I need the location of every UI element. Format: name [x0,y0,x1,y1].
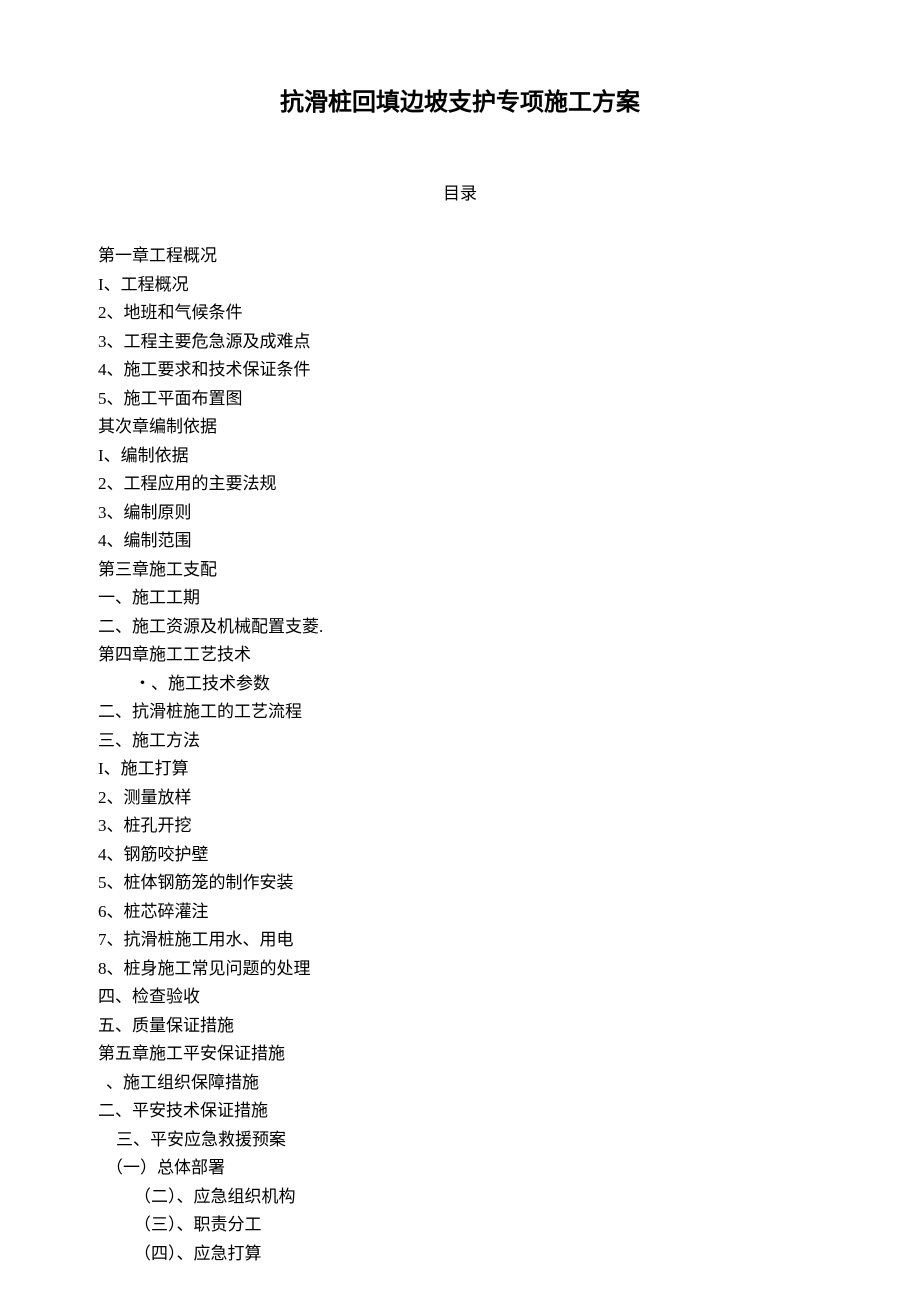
toc-list: 第一章工程概况I、工程概况2、地班和气候条件3、工程主要危急源及成难点4、施工要… [0,242,920,1268]
toc-item: （一）总体部署 [98,1154,920,1183]
toc-item: 6、桩芯碎灌注 [98,898,920,927]
toc-item: 4、钢筋咬护壁 [98,841,920,870]
toc-item: 四、检查验收 [98,983,920,1012]
toc-item: 4、编制范围 [98,527,920,556]
document-title: 抗滑桩回填边坡支护专项施工方案 [0,82,920,117]
toc-item: 3、工程主要危急源及成难点 [98,328,920,357]
toc-item: 其次章编制依据 [98,413,920,442]
toc-item: 7、抗滑桩施工用水、用电 [98,926,920,955]
toc-item: 三、施工方法 [98,727,920,756]
toc-item: 5、桩体钢筋笼的制作安装 [98,869,920,898]
toc-item: （三）、职责分工 [98,1211,920,1240]
toc-item: 2、测量放样 [98,784,920,813]
toc-item: 二、平安技术保证措施 [98,1097,920,1126]
toc-item: （四）、应急打算 [98,1240,920,1269]
toc-item: 一、施工工期 [98,584,920,613]
toc-item: 、施工组织保障措施 [98,1069,920,1098]
toc-item: 二、施工资源及机械配置支菱. [98,613,920,642]
toc-heading: 目录 [0,179,920,204]
toc-item: 5、施工平面布置图 [98,385,920,414]
toc-item: 第一章工程概况 [98,242,920,271]
toc-item: 8、桩身施工常见问题的处理 [98,955,920,984]
toc-item: I、编制依据 [98,442,920,471]
toc-item: I、工程概况 [98,271,920,300]
toc-item: ・、施工技术参数 [98,670,920,699]
toc-item: 三、平安应急救援预案 [98,1126,920,1155]
toc-item: 第五章施工平安保证措施 [98,1040,920,1069]
toc-item: I、施工打算 [98,755,920,784]
toc-item: 2、地班和气候条件 [98,299,920,328]
toc-item: 4、施工要求和技术保证条件 [98,356,920,385]
toc-item: 2、工程应用的主要法规 [98,470,920,499]
toc-item: 二、抗滑桩施工的工艺流程 [98,698,920,727]
toc-item: 第四章施工工艺技术 [98,641,920,670]
toc-item: 五、质量保证措施 [98,1012,920,1041]
toc-item: 3、编制原则 [98,499,920,528]
toc-item: （二）、应急组织机构 [98,1183,920,1212]
toc-item: 第三章施工支配 [98,556,920,585]
toc-item: 3、桩孔开挖 [98,812,920,841]
